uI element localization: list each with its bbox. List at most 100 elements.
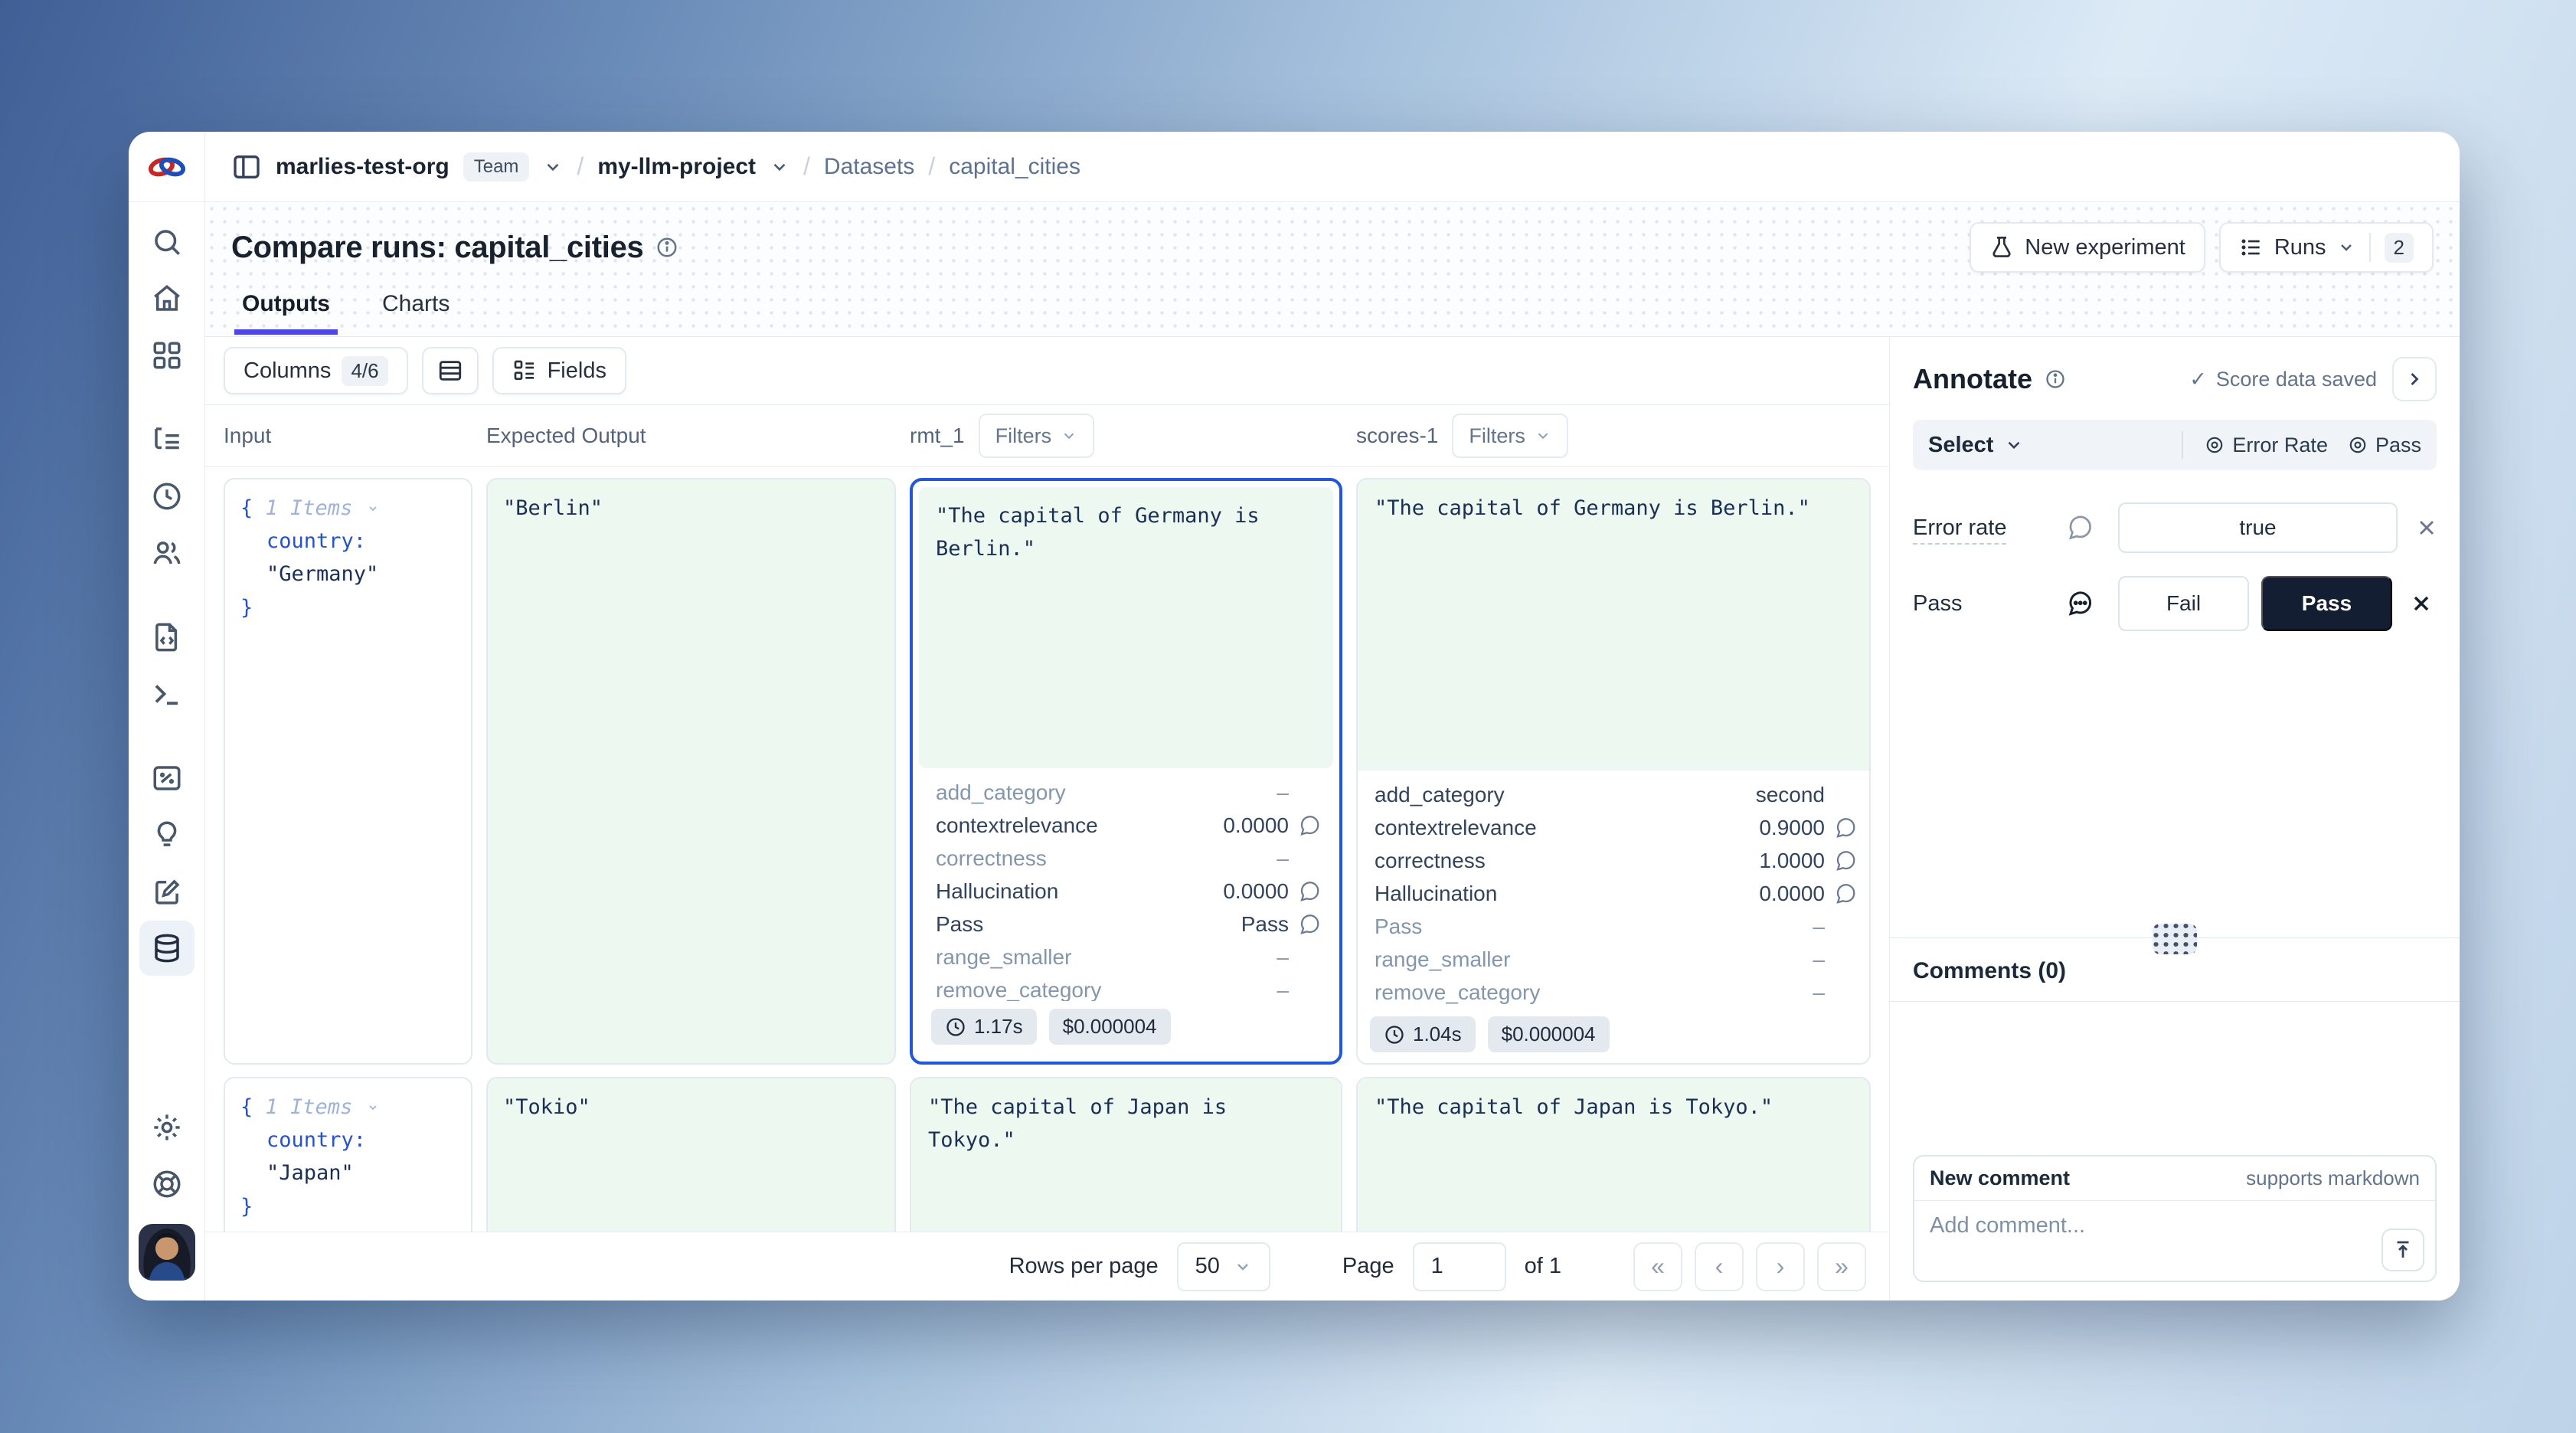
pass-chip-label: Pass: [2375, 433, 2421, 457]
chevron-down-icon[interactable]: [543, 157, 563, 177]
tab-charts[interactable]: Charts: [374, 285, 457, 335]
columns-button[interactable]: Columns 4/6: [224, 347, 408, 394]
run2-filters-button[interactable]: Filters: [1452, 414, 1568, 458]
fields-button[interactable]: Fields: [492, 347, 626, 394]
run1-filters-button[interactable]: Filters: [979, 414, 1095, 458]
json-value: "Japan": [266, 1161, 354, 1185]
collapse-panel-button[interactable]: [2392, 357, 2437, 401]
json-brace: {: [240, 496, 253, 520]
breadcrumb-separator: /: [577, 152, 584, 181]
users-icon[interactable]: [150, 536, 184, 570]
annotation-queue-icon[interactable]: [150, 875, 184, 908]
new-experiment-button[interactable]: New experiment: [1970, 222, 2205, 273]
clock-icon: [945, 1016, 966, 1038]
comment-bubble-icon[interactable]: [1289, 880, 1321, 903]
sidebar-toggle-icon[interactable]: [231, 152, 262, 182]
first-page-button[interactable]: «: [1633, 1242, 1682, 1291]
langfuse-logo-icon: [145, 153, 188, 181]
metric-value: –: [1277, 846, 1289, 871]
tracing-tree-icon[interactable]: [150, 423, 184, 456]
score-target-icon: [2205, 435, 2225, 455]
drag-handle[interactable]: [2153, 924, 2197, 954]
error-rate-value-input[interactable]: [2118, 502, 2398, 553]
input-cell[interactable]: { 1 Items country: "Germany" }: [224, 478, 472, 1065]
table-body: { 1 Items country: "Germany" } "Berlin": [205, 467, 1889, 1232]
divider: [2182, 431, 2183, 459]
run1-output-cell-selected[interactable]: "The capital of Germany is Berlin." add_…: [910, 478, 1342, 1065]
breadcrumb-org[interactable]: marlies-test-org: [276, 154, 449, 180]
tab-outputs[interactable]: Outputs: [234, 285, 338, 335]
chevron-down-icon[interactable]: [365, 496, 381, 520]
chevron-down-icon[interactable]: [365, 1095, 381, 1119]
breadcrumb-datasets[interactable]: Datasets: [824, 154, 914, 180]
playground-terminal-icon[interactable]: [150, 677, 184, 711]
dashboard-icon[interactable]: [150, 339, 184, 372]
cost-badge: $0.000004: [1049, 1009, 1171, 1045]
search-icon[interactable]: [150, 225, 184, 259]
fail-button[interactable]: Fail: [2118, 576, 2249, 631]
error-rate-chip[interactable]: Error Rate: [2205, 433, 2328, 457]
markdown-hint: supports markdown: [2246, 1166, 2420, 1190]
runs-button[interactable]: Runs 2: [2219, 222, 2434, 273]
pass-button-selected[interactable]: Pass: [2261, 576, 2392, 631]
expected-output-cell[interactable]: "Tokio": [486, 1077, 896, 1232]
submit-comment-button[interactable]: [2381, 1229, 2424, 1271]
json-items-label[interactable]: 1 Items: [266, 1095, 353, 1119]
top-header: marlies-test-org Team / my-llm-project /…: [129, 132, 2460, 202]
comment-bubble-icon[interactable]: [1825, 849, 1857, 872]
metric-name: contextrelevance: [1375, 816, 1537, 840]
metric-name: add_category: [1375, 783, 1505, 807]
info-icon[interactable]: [655, 236, 678, 259]
score-select-dropdown[interactable]: Select: [1928, 433, 2024, 458]
support-lifebuoy-icon[interactable]: [150, 1167, 184, 1201]
row-height-button[interactable]: [422, 347, 479, 394]
input-cell[interactable]: { 1 Items country: "Japan" }: [224, 1077, 472, 1232]
clear-pass-icon[interactable]: [2406, 591, 2437, 616]
last-page-button[interactable]: »: [1817, 1242, 1866, 1291]
columns-count-badge: 4/6: [342, 356, 387, 386]
run1-output-cell[interactable]: "The capital of Japan is Tokyo.": [910, 1077, 1342, 1232]
llm-judge-lightbulb-icon[interactable]: [150, 818, 184, 852]
pass-chip[interactable]: Pass: [2348, 433, 2421, 457]
run2-output-cell[interactable]: "The capital of Germany is Berlin." add_…: [1356, 478, 1871, 1065]
comment-input[interactable]: [1914, 1201, 2435, 1281]
comment-bubble-icon[interactable]: [1289, 814, 1321, 837]
chevron-down-icon[interactable]: [770, 157, 789, 177]
datasets-database-icon[interactable]: [139, 921, 195, 976]
info-icon[interactable]: [2045, 368, 2066, 390]
table-row: { 1 Items country: "Germany" } "Berlin": [205, 478, 1889, 1065]
clock-icon: [1384, 1024, 1405, 1045]
table-header-row: Input Expected Output rmt_1 Filters scor…: [205, 404, 1889, 467]
comment-bubble-icon[interactable]: [1825, 816, 1857, 839]
comment-bubble-icon[interactable]: [1825, 882, 1857, 905]
home-icon[interactable]: [150, 282, 184, 316]
json-brace: {: [240, 1095, 253, 1119]
settings-gear-icon[interactable]: [150, 1111, 184, 1144]
runs-count-badge: 2: [2385, 233, 2414, 263]
rows-per-page-select[interactable]: 50: [1177, 1242, 1270, 1291]
next-page-button[interactable]: ›: [1756, 1242, 1805, 1291]
comment-bubble-icon[interactable]: [1289, 913, 1321, 936]
json-items-label[interactable]: 1 Items: [266, 496, 353, 520]
page-number-input[interactable]: [1413, 1242, 1506, 1291]
comment-bubble-filled-icon[interactable]: [2055, 590, 2104, 617]
nav-sidebar: [129, 202, 205, 1300]
list-icon: [2239, 235, 2264, 260]
sessions-clock-icon[interactable]: [150, 479, 184, 513]
runs-label: Runs: [2274, 235, 2326, 260]
pass-label: Pass: [1913, 591, 2042, 617]
breadcrumb-separator: /: [928, 152, 935, 181]
evaluation-icon[interactable]: [150, 761, 184, 795]
breadcrumb-project[interactable]: my-llm-project: [597, 154, 756, 180]
app-logo[interactable]: [129, 132, 205, 201]
run2-output-cell[interactable]: "The capital of Japan is Tokyo.": [1356, 1077, 1871, 1232]
prompts-file-icon[interactable]: [150, 620, 184, 654]
user-avatar[interactable]: [139, 1224, 195, 1281]
expected-output-cell[interactable]: "Berlin": [486, 478, 896, 1065]
previous-page-button[interactable]: ‹: [1695, 1242, 1744, 1291]
metric-name: correctness: [1375, 849, 1486, 873]
comment-bubble-icon[interactable]: [2055, 514, 2104, 541]
breadcrumb-dataset-name[interactable]: capital_cities: [949, 154, 1080, 180]
clear-error-rate-icon[interactable]: [2411, 515, 2442, 540]
chevron-down-icon: [2004, 435, 2024, 455]
